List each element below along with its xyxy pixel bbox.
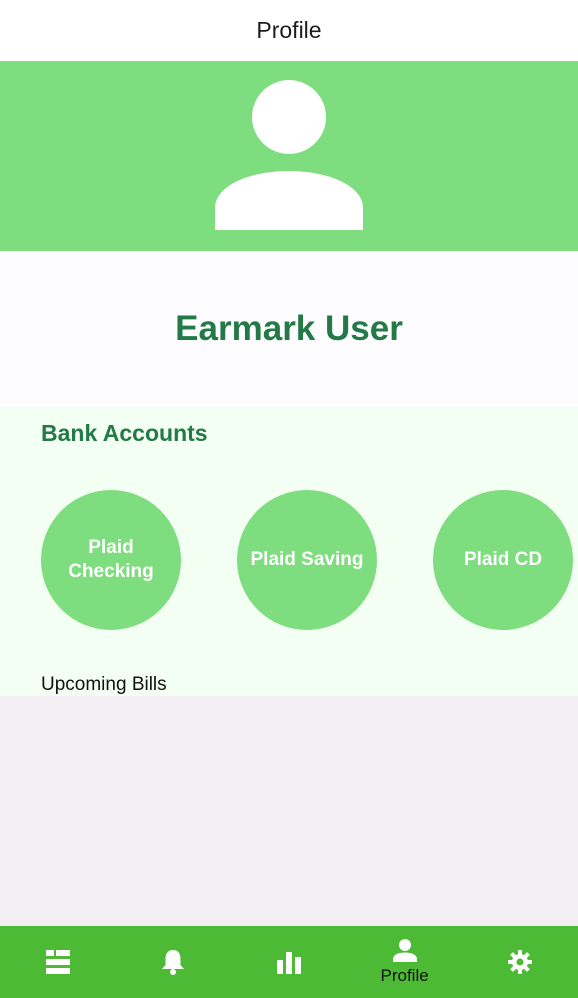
account-label: Plaid Saving bbox=[250, 549, 364, 570]
bell-icon bbox=[162, 950, 185, 975]
tab-notifications[interactable] bbox=[116, 926, 232, 998]
upcoming-bills-list bbox=[0, 696, 578, 926]
navigation-bar: Profile bbox=[0, 0, 578, 61]
bank-accounts-panel: Bank Accounts Plaid Checking Plaid Savin… bbox=[0, 407, 578, 696]
tab-list[interactable] bbox=[0, 926, 116, 998]
avatar-banner bbox=[0, 61, 578, 251]
page-title: Profile bbox=[256, 17, 322, 43]
tab-settings[interactable] bbox=[462, 926, 578, 998]
account-label: Plaid Checking bbox=[68, 537, 154, 582]
person-icon bbox=[392, 939, 417, 962]
bar-chart-icon bbox=[276, 952, 301, 974]
user-name: Earmark User bbox=[175, 309, 403, 348]
list-icon bbox=[45, 950, 70, 974]
tab-profile[interactable]: Profile bbox=[347, 926, 463, 998]
account-plaid-saving[interactable]: Plaid Saving bbox=[237, 490, 377, 630]
user-silhouette-icon bbox=[215, 80, 363, 230]
tab-bar: Profile bbox=[0, 926, 578, 998]
tab-stats[interactable] bbox=[231, 926, 347, 998]
account-plaid-cd[interactable]: Plaid CD bbox=[433, 490, 573, 630]
account-plaid-checking[interactable]: Plaid Checking bbox=[41, 490, 181, 630]
gear-icon bbox=[508, 950, 533, 974]
profile-screen: Profile Earmark User Bank Accounts Plaid… bbox=[0, 0, 578, 998]
upcoming-bills-heading: Upcoming Bills bbox=[41, 674, 167, 695]
user-name-section: Earmark User bbox=[0, 251, 578, 407]
tab-profile-label: Profile bbox=[380, 966, 429, 985]
bank-accounts-heading: Bank Accounts bbox=[41, 420, 208, 446]
account-label: Plaid CD bbox=[463, 549, 543, 570]
